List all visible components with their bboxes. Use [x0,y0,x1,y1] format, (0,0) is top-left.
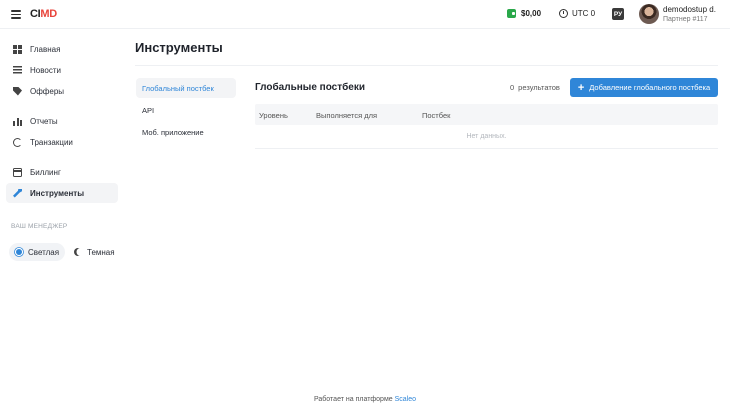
sidebar-item-label: Отчеты [30,116,58,126]
column-header-level[interactable]: Уровень [259,111,288,120]
footer: Работает на платформе Scaleo [0,396,730,403]
theme-light-button[interactable]: Светлая [9,243,66,261]
sidebar-item-news[interactable]: Новости [6,60,118,80]
theme-dark-label: Темная [87,247,115,257]
table-header: Уровень Выполняется для Постбек [255,104,718,125]
sidebar-item-dashboard[interactable]: Главная [6,39,118,59]
user-name: demodostup d. [663,5,716,14]
user-role: Партнер #117 [663,16,708,23]
theme-light-label: Светлая [28,247,60,257]
subnav-mobile-app[interactable]: Моб. приложение [136,122,236,142]
sidebar-item-label: Новости [30,65,61,75]
balance[interactable]: $0,00 [507,9,541,18]
dashboard-icon [13,44,22,54]
timezone[interactable]: UTC 0 [559,9,595,18]
sidebar-item-reports[interactable]: Отчеты [6,111,118,131]
transactions-icon [13,137,22,147]
language-switcher[interactable]: РУ [612,8,624,20]
empty-state: Нет данных. [255,125,718,149]
column-header-applies-to[interactable]: Выполняется для [316,111,377,120]
avatar[interactable] [639,4,659,24]
logo[interactable]: CIMD [30,8,57,20]
sidebar-item-tools[interactable]: Инструменты [6,183,118,203]
subnav-api[interactable]: API [136,100,236,120]
results-label: результатов [518,83,560,92]
footer-text: Работает на платформе [313,396,395,403]
sidebar: Главная Новости Офферы Отчеты Транзакции… [0,29,124,415]
sidebar-item-label: Офферы [30,86,65,96]
sidebar-item-label: Главная [30,44,61,54]
tag-icon [13,86,22,96]
wallet-icon [507,9,516,18]
news-icon [13,65,22,75]
timezone-label: UTC 0 [572,9,596,18]
sidebar-item-offers[interactable]: Офферы [6,81,118,101]
footer-link[interactable]: Scaleo [395,396,416,403]
sidebar-item-label: Биллинг [30,167,61,177]
sidebar-item-transactions[interactable]: Транзакции [6,132,118,152]
plus-icon: + [577,81,585,94]
results-number: 0 [510,83,515,92]
user-menu[interactable]: demodostup d. Партнер #117 [663,5,716,25]
top-bar: CIMD $0,00 UTC 0 РУ demodostup d. Партне… [0,0,730,29]
theme-dark-button[interactable]: Темная [68,243,121,261]
sidebar-item-billing[interactable]: Биллинг [6,162,118,182]
subnav-global-postback[interactable]: Глобальный постбек [136,78,236,98]
sun-icon [16,249,22,255]
moon-icon [74,248,82,256]
divider [135,65,718,66]
manager-heading: ВАШ МЕНЕДЖЕР [11,223,68,230]
menu-icon[interactable] [11,10,21,19]
bar-chart-icon [13,116,22,126]
clock-icon [559,9,568,18]
column-header-postback[interactable]: Постбек [422,111,450,120]
wrench-icon [13,188,22,198]
sidebar-item-label: Транзакции [30,137,73,147]
page-title: Инструменты [135,40,223,55]
balance-value: $0,00 [521,9,542,18]
section-title: Глобальные постбеки [255,82,366,93]
add-button-label: Добавление глобального постбека [589,83,711,92]
results-count: 0 результатов [510,83,560,92]
sidebar-item-label: Инструменты [30,188,85,198]
add-global-postback-button[interactable]: + Добавление глобального постбека [570,78,718,97]
credit-card-icon [13,167,22,177]
